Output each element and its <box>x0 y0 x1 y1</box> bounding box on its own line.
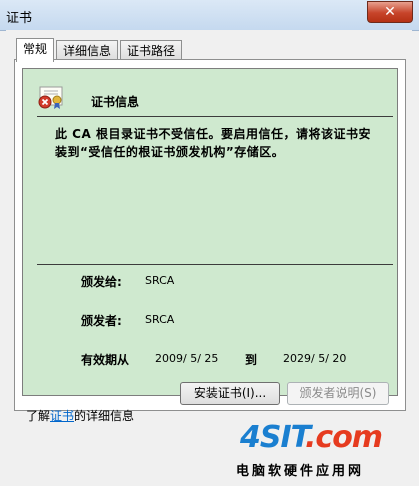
window-title: 证书 <box>6 11 33 26</box>
learn-more-prefix: 了解 <box>26 409 51 423</box>
divider <box>37 116 393 117</box>
validity-to-label: 到 <box>245 353 258 367</box>
issued-by-value: SRCA <box>145 313 175 326</box>
trust-warning-message: 此 CA 根目录证书不受信任。要启用信任，请将该证书安装到“受信任的根证书颁发机… <box>55 127 371 159</box>
issued-by-label: 颁发者: <box>81 314 122 328</box>
tab-general[interactable]: 常规 <box>16 38 55 62</box>
learn-more-suffix: 的详细信息 <box>74 409 135 423</box>
title-bar: 证书 ✕ <box>0 0 419 31</box>
close-button[interactable]: ✕ <box>367 1 413 23</box>
watermark-subtitle: 电脑软硬件应用网 <box>236 464 365 479</box>
validity-label: 有效期从 <box>81 353 130 367</box>
install-certificate-button[interactable]: 安装证书(I)... <box>180 382 280 405</box>
divider <box>37 264 393 265</box>
tab-certification-path[interactable]: 证书路径 <box>120 40 183 61</box>
watermark-logo-domain: .com <box>305 420 383 455</box>
tab-details[interactable]: 详细信息 <box>56 40 119 61</box>
issued-to-label: 颁发给: <box>81 275 122 289</box>
untrusted-certificate-icon <box>38 86 63 109</box>
general-tab-panel: 证书信息 此 CA 根目录证书不受信任。要启用信任，请将该证书安装到“受信任的根… <box>14 59 406 411</box>
dialog-body: 常规 详细信息 证书路径 证书信息 此 CA 根目录证书不受信任。要启用信任，请… <box>6 30 412 486</box>
certificate-help-link[interactable]: 证书 <box>50 409 74 423</box>
certificate-info-heading: 证书信息 <box>91 95 140 109</box>
valid-from-date: 2009/ 5/ 25 <box>155 352 219 365</box>
issuer-statement-button[interactable]: 颁发者说明(S) <box>287 382 389 405</box>
watermark-logo-main: 4SIT <box>240 420 306 455</box>
certificate-info-panel: 证书信息 此 CA 根目录证书不受信任。要启用信任，请将该证书安装到“受信任的根… <box>22 68 398 396</box>
watermark-logo: 4SIT.com <box>240 420 383 455</box>
tab-strip: 常规 详细信息 证书路径 <box>16 38 184 62</box>
valid-to-date: 2029/ 5/ 20 <box>283 352 347 365</box>
site-watermark: 4SIT.com 电脑软硬件应用网 <box>232 420 419 486</box>
close-icon: ✕ <box>384 4 396 20</box>
issued-to-value: SRCA <box>145 274 175 287</box>
learn-more-text: 了解证书的详细信息 <box>26 407 134 424</box>
